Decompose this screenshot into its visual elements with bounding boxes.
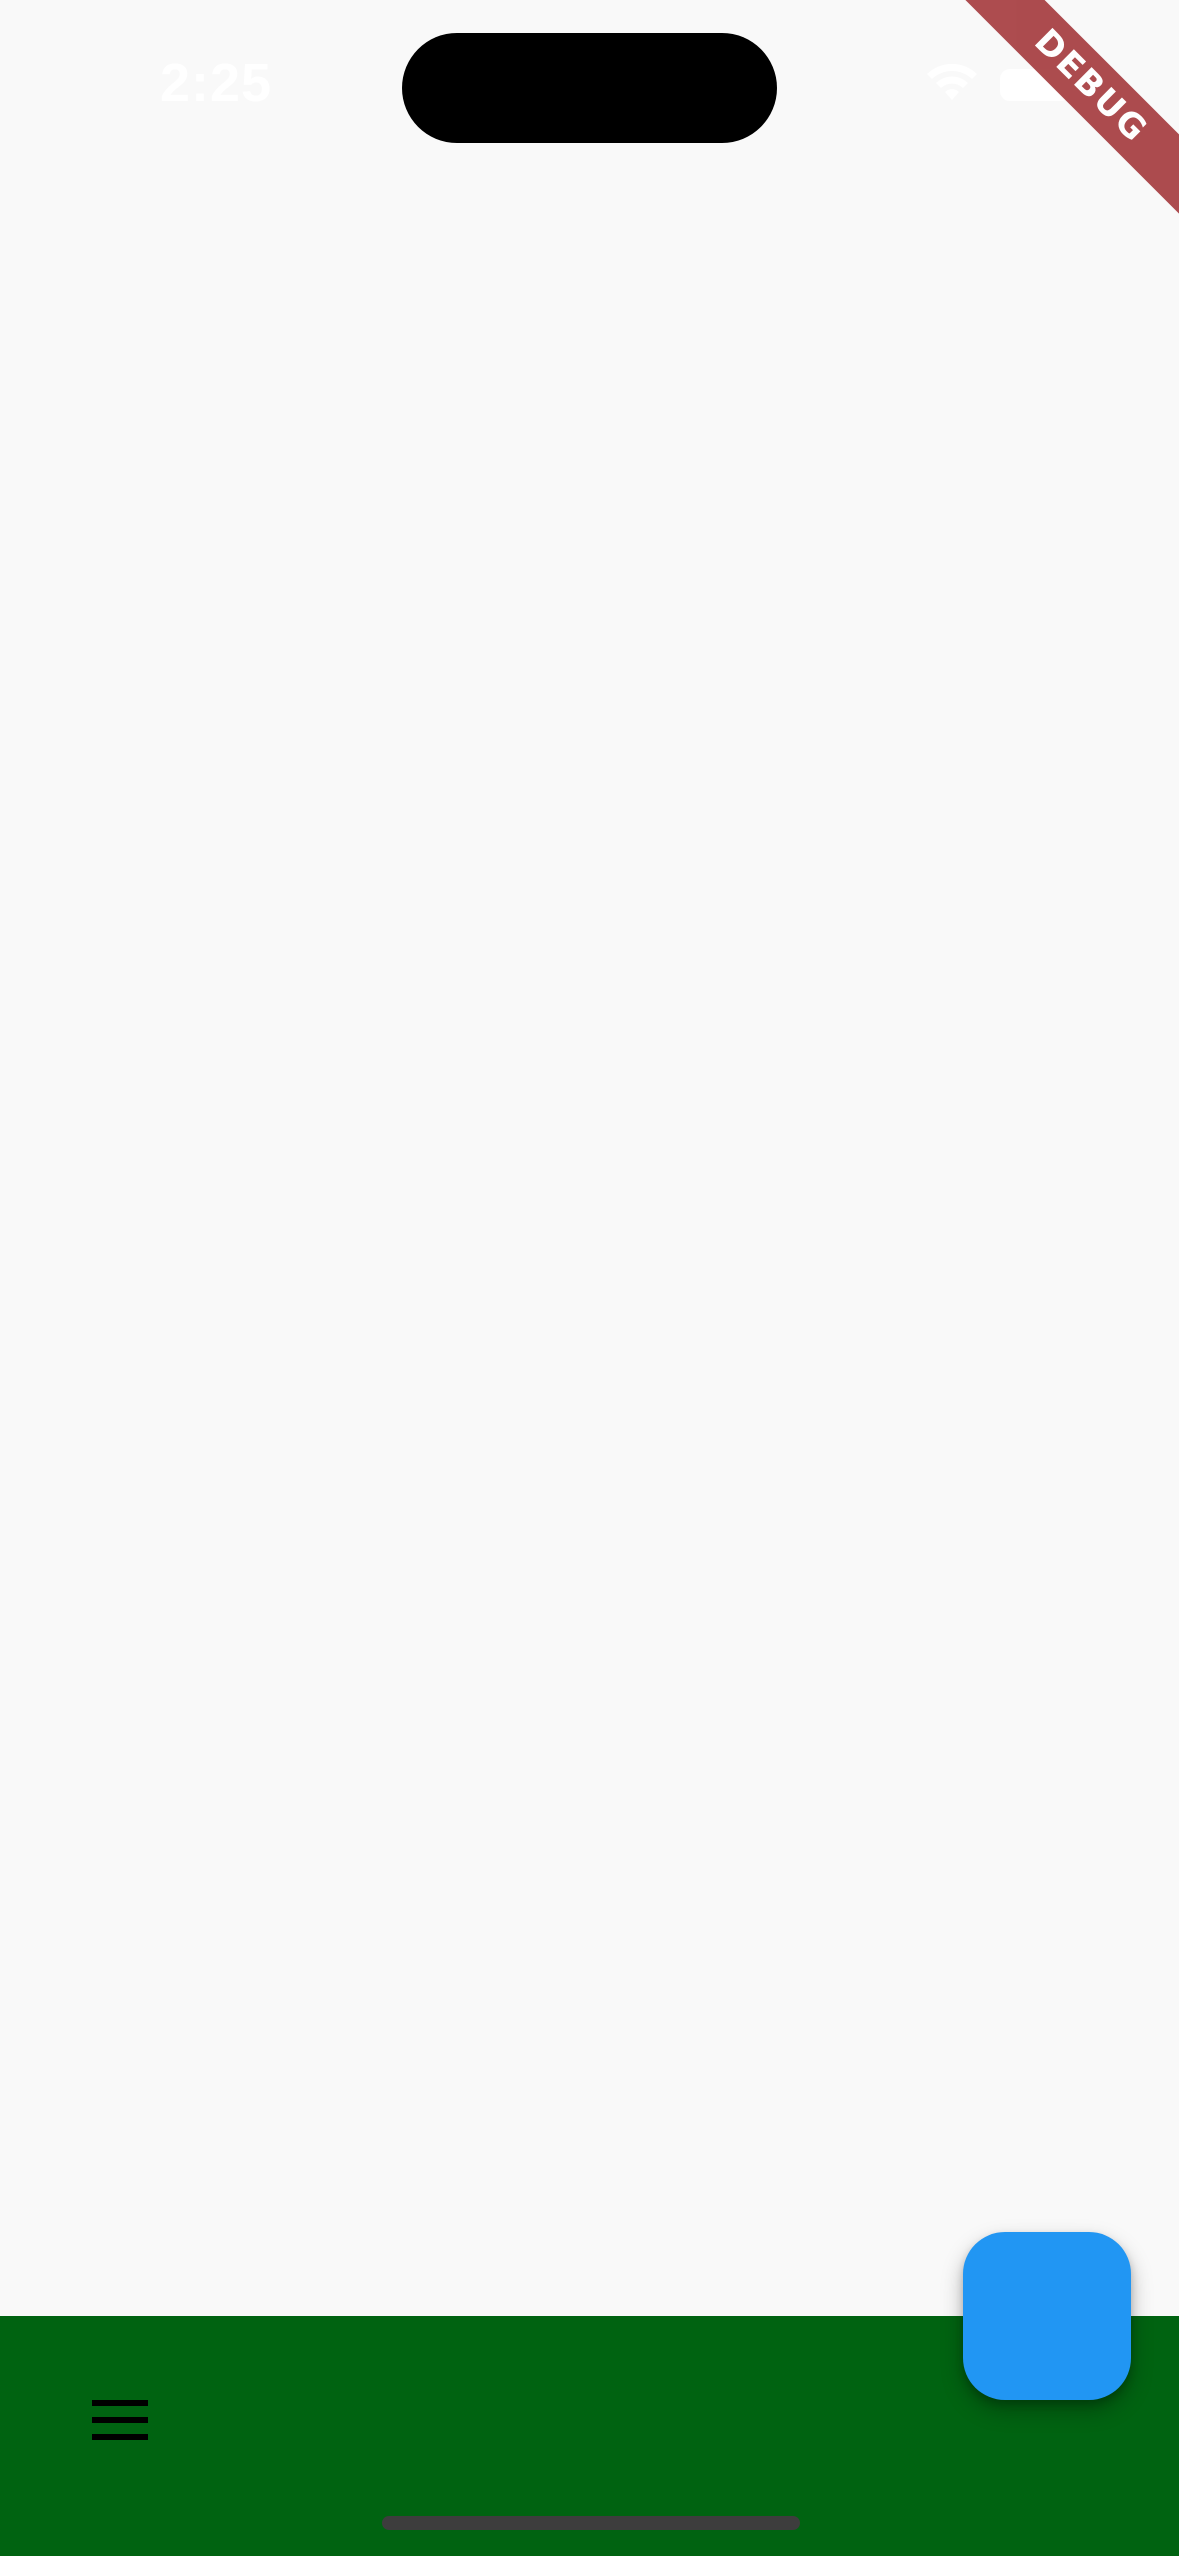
dynamic-island: [402, 33, 777, 143]
battery-icon: [1000, 69, 1077, 101]
status-bar: 2:25: [0, 0, 1179, 170]
wifi-icon: [927, 64, 977, 100]
floating-action-button[interactable]: [963, 2232, 1131, 2400]
status-time: 2:25: [160, 53, 273, 113]
menu-button[interactable]: [72, 2372, 168, 2468]
app-screen: 2:25 DEBUG: [0, 0, 1179, 2556]
home-indicator[interactable]: [382, 2516, 800, 2530]
menu-icon: [92, 2400, 148, 2440]
